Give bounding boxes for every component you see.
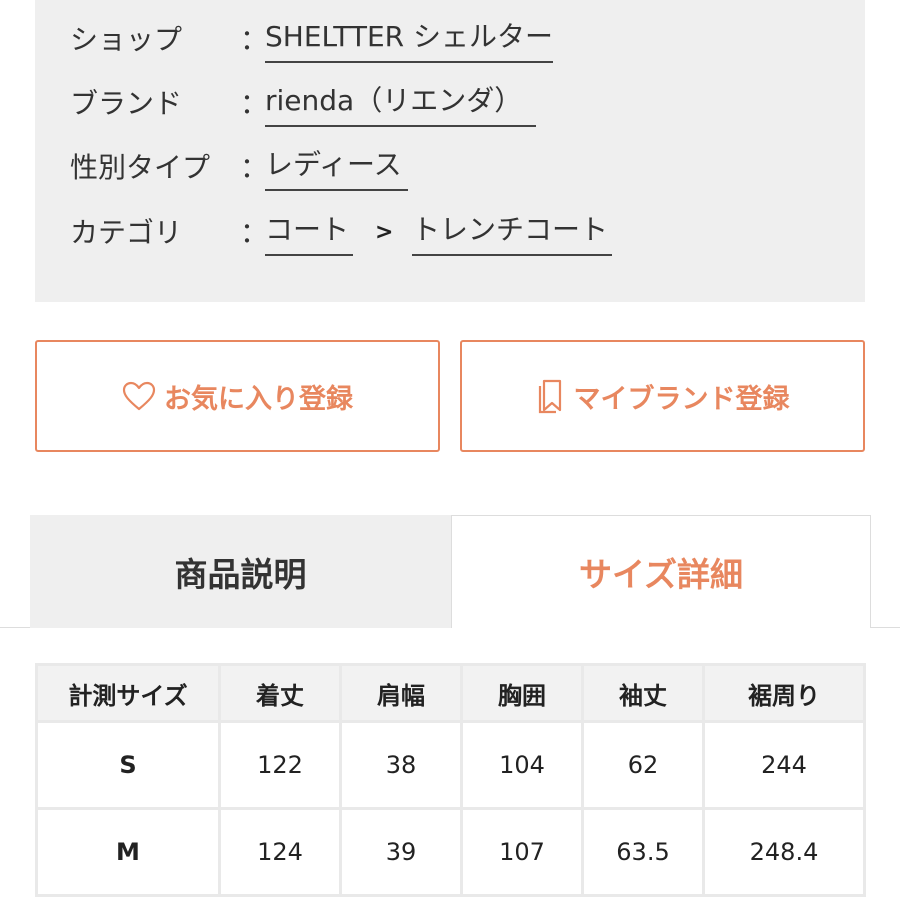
brand-link[interactable]: rienda（リエンダ） <box>265 79 537 127</box>
gender-link[interactable]: レディース <box>265 143 408 191</box>
table-cell: 107 <box>463 810 581 894</box>
table-cell: 38 <box>342 723 460 807</box>
header-chest: 胸囲 <box>463 666 581 720</box>
gender-label: 性別タイプ <box>70 151 211 184</box>
table-cell: 244 <box>705 723 863 807</box>
table-cell: 39 <box>342 810 460 894</box>
header-sleeve: 袖丈 <box>584 666 702 720</box>
mybrand-button[interactable]: マイブランド登録 <box>460 340 865 452</box>
breadcrumb-separator: > <box>375 220 394 245</box>
product-tabs: 商品説明 サイズ詳細 <box>0 515 900 628</box>
table-cell: 63.5 <box>584 810 702 894</box>
colon: ： <box>240 216 269 249</box>
tab-size-details[interactable]: サイズ詳細 <box>451 515 871 628</box>
size-cell: M <box>38 810 218 894</box>
table-header-row: 計測サイズ 着丈 肩幅 胸囲 袖丈 裾周り <box>38 666 863 720</box>
favorite-button[interactable]: お気に入り登録 <box>35 340 440 452</box>
table-cell: 104 <box>463 723 581 807</box>
tab-description[interactable]: 商品説明 <box>30 515 451 628</box>
header-shoulder: 肩幅 <box>342 666 460 720</box>
table-row: S 122 38 104 62 244 <box>38 723 863 807</box>
table-cell: 122 <box>221 723 339 807</box>
colon: ： <box>240 23 269 56</box>
shop-link[interactable]: SHELTTER シェルター <box>265 15 554 63</box>
colon: ： <box>240 151 269 184</box>
brand-label: ブランド <box>70 87 183 120</box>
bookmark-icon <box>536 378 566 414</box>
heart-icon <box>122 381 156 411</box>
table-row: M 124 39 107 63.5 248.4 <box>38 810 863 894</box>
mybrand-button-label: マイブランド登録 <box>573 383 790 415</box>
subcategory-link[interactable]: トレンチコート <box>412 208 613 256</box>
category-label: カテゴリ <box>70 216 183 249</box>
size-cell: S <box>38 723 218 807</box>
category-link[interactable]: コート <box>265 208 354 256</box>
table-cell: 248.4 <box>705 810 863 894</box>
header-hem: 裾周り <box>705 666 863 720</box>
header-size: 計測サイズ <box>38 666 218 720</box>
table-cell: 62 <box>584 723 702 807</box>
favorite-button-label: お気に入り登録 <box>164 383 353 415</box>
table-cell: 124 <box>221 810 339 894</box>
header-length: 着丈 <box>221 666 339 720</box>
size-table: 計測サイズ 着丈 肩幅 胸囲 袖丈 裾周り S 122 38 104 62 24… <box>35 663 866 897</box>
colon: ： <box>240 87 269 120</box>
shop-label: ショップ <box>70 23 183 56</box>
